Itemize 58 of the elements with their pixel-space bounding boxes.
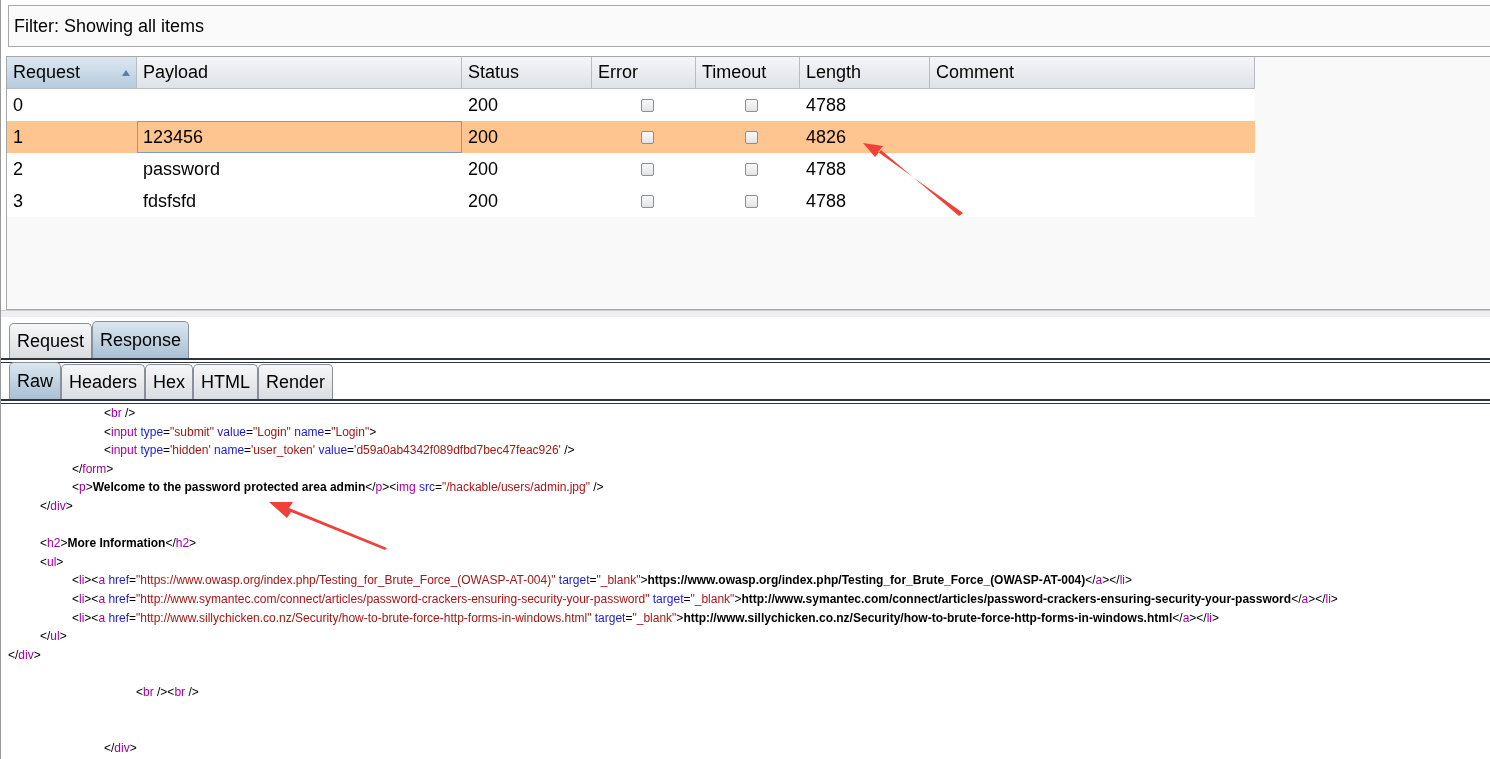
column-header[interactable]: Status [462,57,592,89]
tab[interactable]: Request [9,323,93,358]
code-line: </div> [8,647,41,662]
checkbox[interactable] [640,130,654,144]
tab[interactable]: Raw [9,362,61,399]
table-cell: 4788 [806,158,847,180]
tab[interactable]: Headers [61,364,146,399]
column-header[interactable]: Length [800,57,930,89]
code-line: <p>Welcome to the password protected area admin</p><img src="/hackable/users/admin.jpg" /> [71,480,604,495]
tab[interactable]: Response [92,321,190,358]
table-cell: 3 [13,190,23,212]
table-cell: 1 [13,126,23,148]
sort-ascending-icon [122,69,130,76]
checkbox[interactable] [640,162,654,176]
code-line: <ul> [39,554,64,569]
column-header[interactable]: Error [592,57,696,89]
code-line: <br /> [103,406,136,420]
checkbox[interactable] [744,194,758,208]
table-cell: 0 [13,94,23,116]
code-line: </div> [39,498,73,513]
tab[interactable]: Render [258,364,334,399]
code-line: <li><a href="https://www.owasp.org/index.php/Testing_for_Brute_Force_(OWASP-AT-004)" target="_blank">https://www.owasp.org/index.php/Testing_for_Brute_Force_(OWASP-AT-004)</a></li> [71,573,1132,588]
table-cell: 4788 [806,190,847,212]
code-line: <li><a href="http://www.sillychicken.co.nz/Security/how-to-brute-force-http-forms-in-windows.html" target="_blank">http://www.sillychicken.co.nz/Security/how-to-brute-force-http-forms-in-windows.html</a></li> [71,610,1220,625]
table-cell: password [143,158,221,180]
table-cell: 200 [468,126,499,148]
table-cell: fdsfsfd [143,190,197,212]
checkbox[interactable] [640,194,654,208]
table-cell: 200 [468,158,499,180]
code-line: <input type="submit" value="Login" name="Login"> [103,424,377,439]
code-line: </form> [71,461,114,476]
code-line: <h2>More Information</h2> [39,536,197,551]
checkbox[interactable] [640,98,654,112]
table-cell: 4826 [806,126,847,148]
table-row[interactable]: 1 123456 200 4826 [7,121,1255,153]
table-cell: 200 [468,190,499,212]
table-cell: 123456 [143,126,204,148]
code-line: </ul> [39,629,67,644]
table-cell: 2 [13,158,23,180]
code-line: </div> [103,740,137,755]
column-header[interactable]: Timeout [696,57,800,89]
tab[interactable]: HTML [193,364,259,399]
table-row[interactable]: 0 200 4788 [7,89,1255,121]
table-cell: 4788 [806,94,847,116]
table-row[interactable]: 2 password 200 4788 [7,153,1255,185]
column-header[interactable]: Request [7,57,137,89]
code-line: <input type='hidden' name='user_token' value='d59a0ab4342f089dfbd7bec47feac926' /> [103,443,575,458]
code-line: <li><a href="http://www.symantec.com/connect/articles/password-crackers-ensuring-security-your-password" target="_blank">http://www.symantec.com/connect/articles/password-crackers-ensuring-security-your-password</a></li> [71,591,1338,606]
column-header[interactable]: Comment [930,57,1255,89]
tab[interactable]: Hex [145,364,194,399]
code-line: <br /><br /> [135,684,199,699]
checkbox[interactable] [744,162,758,176]
checkbox[interactable] [744,98,758,112]
table-row[interactable]: 3 fdsfsfd 200 4788 [7,185,1255,217]
checkbox[interactable] [744,130,758,144]
table-cell: 200 [468,94,499,116]
column-header[interactable]: Payload [137,57,462,89]
filter-bar[interactable]: Filter: Showing all items [8,5,1490,47]
